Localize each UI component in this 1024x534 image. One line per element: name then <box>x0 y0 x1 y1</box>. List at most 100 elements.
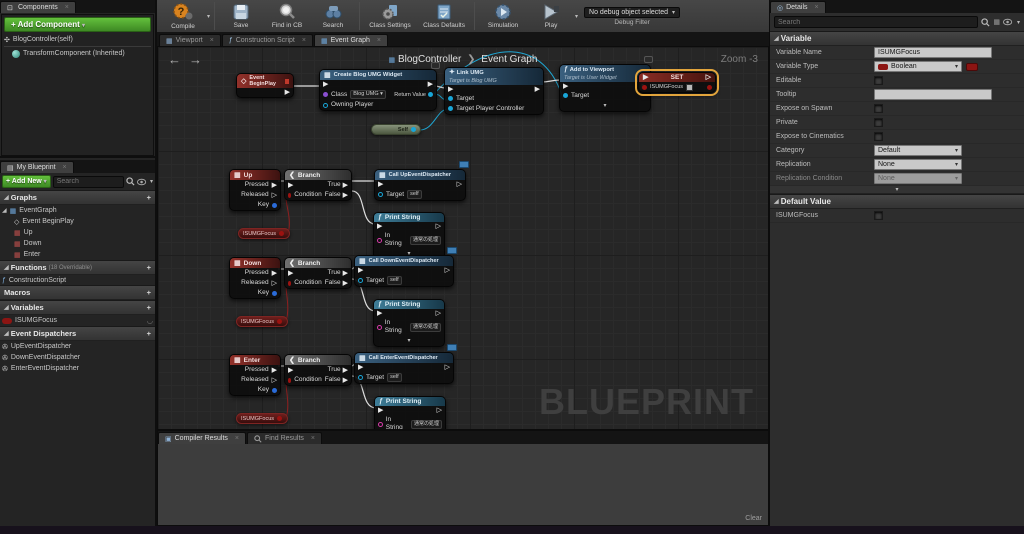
self-out-pin[interactable] <box>411 127 416 132</box>
condition-pin[interactable] <box>288 192 292 198</box>
class-pin[interactable] <box>323 92 328 97</box>
close-icon[interactable]: × <box>302 37 306 44</box>
exec-in-pin[interactable]: ▶ <box>377 310 382 317</box>
search-button[interactable]: Search <box>311 1 355 32</box>
clear-button[interactable]: Clear <box>745 515 762 522</box>
false-pin[interactable]: ▶ <box>343 280 348 287</box>
released-pin[interactable]: ▷ <box>272 280 277 287</box>
exec-out-pin[interactable]: ▷ <box>457 181 462 188</box>
node-link-umg[interactable]: ✦ Link UMG Target is Blog UMG ▶ ▶ Target… <box>444 67 544 115</box>
tree-item-constructionscript[interactable]: ƒ ConstructionScript <box>0 275 155 285</box>
string-literal-chip[interactable]: 通常の処理 <box>409 322 441 332</box>
node-self[interactable]: Self <box>371 124 421 135</box>
target-pin[interactable] <box>563 93 568 99</box>
variable-type-dropdown[interactable]: Boolean ▾ <box>874 61 962 72</box>
chevron-down-icon[interactable]: ▾ <box>1017 19 1020 26</box>
tab-my-blueprint[interactable]: ▤ My Blueprint × <box>0 161 74 173</box>
exec-out-pin[interactable]: ▷ <box>706 74 711 81</box>
exec-in-pin[interactable]: ▶ <box>643 74 648 81</box>
node-call-enterdispatcher[interactable]: ▦ Call EnterEventDispatcher ▶ ▷ Target s… <box>354 344 457 384</box>
pressed-pin[interactable]: ▶ <box>272 182 277 189</box>
tree-item-event-beginplay[interactable]: ◇ Event BeginPlay <box>0 216 155 227</box>
tree-item-isumgfocus[interactable]: ISUMGFocus ◡ <box>0 315 155 326</box>
node-branch-up[interactable]: ❮ Branch ▶ True ▶ Condition False ▶ <box>284 169 352 201</box>
add-macro-icon[interactable]: + <box>147 288 151 297</box>
node-call-updispatcher[interactable]: ▦ Call UpEventDispatcher ▶ ▷ Target self <box>374 161 469 201</box>
close-icon[interactable]: × <box>235 435 239 442</box>
comment-bubble-icon[interactable] <box>644 56 653 63</box>
exec-in-pin[interactable]: ▶ <box>358 267 363 274</box>
my-blueprint-search-input[interactable] <box>52 175 124 188</box>
exec-in-pin[interactable]: ▶ <box>323 81 328 88</box>
compile-button[interactable]: ? Compile <box>161 1 205 32</box>
condition-pin[interactable] <box>288 377 292 383</box>
tab-construction-script[interactable]: ƒ Construction Script × <box>221 34 313 46</box>
add-graph-icon[interactable]: + <box>147 193 151 202</box>
default-isumgfocus-checkbox[interactable] <box>874 211 883 220</box>
tree-item-entereventdispatcher[interactable]: ✇ EnterEventDispatcher <box>0 363 155 374</box>
exec-out-pin[interactable]: ▷ <box>436 310 441 317</box>
find-in-cb-button[interactable]: Find in CB <box>265 1 309 32</box>
node-getter-isumgfocus[interactable]: ISUMGFocus <box>238 228 290 239</box>
category-dropdown[interactable]: Default ▾ <box>874 145 962 156</box>
chevron-down-icon[interactable]: ▾ <box>150 178 153 185</box>
exec-in-pin[interactable]: ▶ <box>358 364 363 371</box>
play-button[interactable]: Play <box>529 1 573 32</box>
close-icon[interactable]: × <box>815 4 819 11</box>
exec-out-pin[interactable]: ▷ <box>445 364 450 371</box>
target-pin[interactable] <box>378 192 383 197</box>
node-print-string-up[interactable]: ƒ Print String ▶ ▷ In String 通常の処理 ▾ <box>373 212 445 260</box>
exec-in-pin[interactable]: ▶ <box>563 83 568 90</box>
eye-closed-icon[interactable]: ◡ <box>147 317 153 325</box>
bool-out-pin[interactable] <box>707 84 712 90</box>
condition-pin[interactable] <box>288 280 292 286</box>
eye-filter-icon[interactable] <box>1002 18 1014 26</box>
dispatchers-section-header[interactable]: ◢ Event Dispatchers + <box>0 326 155 341</box>
component-item-self[interactable]: ✣ BlogController(self) <box>2 34 153 45</box>
bool-out-pin[interactable] <box>279 231 285 236</box>
node-branch-enter[interactable]: ❮ Branch ▶ True ▶ Condition False ▶ <box>284 354 352 386</box>
string-literal-chip[interactable]: 通常の処理 <box>409 235 441 245</box>
component-item-transform[interactable]: TransformComponent (Inherited) <box>2 48 153 59</box>
released-pin[interactable]: ▷ <box>272 192 277 199</box>
expand-node-chevron[interactable]: ▾ <box>603 102 606 110</box>
key-pin[interactable] <box>272 202 277 208</box>
replication-dropdown[interactable]: None ▾ <box>874 159 962 170</box>
node-event-beginplay[interactable]: ◇ Event BeginPlay ▶ <box>236 73 294 98</box>
close-icon[interactable]: × <box>63 164 67 171</box>
close-icon[interactable]: × <box>311 435 315 442</box>
play-options-chevron[interactable]: ▾ <box>575 13 578 20</box>
key-pin[interactable] <box>272 387 277 393</box>
compile-options-chevron[interactable]: ▾ <box>207 13 210 20</box>
exec-in-pin[interactable]: ▶ <box>377 223 382 230</box>
tab-viewport[interactable]: ▦ Viewport × <box>159 34 221 46</box>
add-variable-icon[interactable]: + <box>147 303 151 312</box>
bool-in-pin[interactable] <box>642 84 647 90</box>
exec-in-pin[interactable]: ▶ <box>448 86 453 93</box>
false-pin[interactable]: ▶ <box>343 377 348 384</box>
comment-bubble-icon[interactable] <box>431 62 440 69</box>
tree-item-event-up[interactable]: ▦ Up <box>0 227 155 238</box>
string-literal-chip[interactable]: 通常の処理 <box>410 419 442 429</box>
breadcrumb-root[interactable]: BlogController <box>398 54 461 65</box>
in-string-pin[interactable] <box>377 324 382 330</box>
editable-checkbox[interactable] <box>874 76 883 85</box>
tree-item-eventgraph[interactable]: ◢ ▦ EventGraph <box>0 205 155 216</box>
simulation-button[interactable]: Simulation <box>479 1 527 32</box>
add-new-button[interactable]: + Add New ▾ <box>2 175 51 188</box>
node-print-string-down[interactable]: ƒ Print String ▶ ▷ In String 通常の処理 ▾ <box>373 299 445 347</box>
add-component-button[interactable]: + Add Component ▾ <box>4 17 151 32</box>
false-pin[interactable]: ▶ <box>343 192 348 199</box>
class-dropdown[interactable]: Blog UMG ▾ <box>350 90 386 99</box>
expand-node-chevron[interactable]: ▾ <box>407 337 410 345</box>
add-dispatcher-icon[interactable]: + <box>147 329 151 338</box>
bool-out-pin[interactable] <box>277 319 283 324</box>
tree-item-event-down[interactable]: ▦ Down <box>0 238 155 249</box>
node-event-enter[interactable]: ▦ Enter Pressed ▶ Released ▷ Key <box>229 354 281 396</box>
target-pin[interactable] <box>358 278 363 283</box>
eye-filter-icon[interactable] <box>136 178 148 186</box>
tree-item-event-enter[interactable]: ▦ Enter <box>0 249 155 260</box>
in-string-pin[interactable] <box>377 237 382 243</box>
tab-compiler-results[interactable]: ▣ Compiler Results × <box>158 432 247 444</box>
node-getter-isumgfocus[interactable]: ISUMGFocus <box>236 413 288 424</box>
